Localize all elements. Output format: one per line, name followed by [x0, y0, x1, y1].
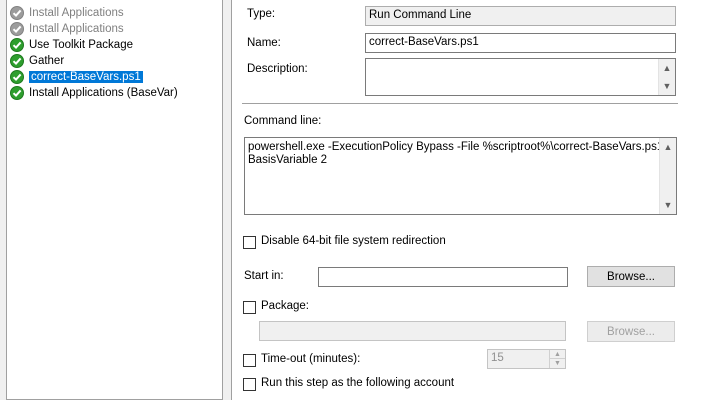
package-input[interactable] — [259, 321, 566, 341]
scroll-up-icon[interactable]: ▲ — [659, 60, 675, 76]
command-line-scrollbar[interactable]: ▲ ▼ — [659, 138, 676, 214]
section-divider — [242, 103, 678, 104]
command-line-textarea[interactable]: powershell.exe -ExecutionPolicy Bypass -… — [244, 137, 677, 215]
success-check-icon — [10, 38, 24, 52]
tree-item-gather[interactable]: Gather — [10, 53, 64, 69]
tree-item-install-applications-1[interactable]: Install Applications — [10, 5, 124, 21]
stepper-down-icon[interactable]: ▼ — [550, 359, 565, 368]
scroll-up-icon[interactable]: ▲ — [660, 139, 676, 155]
disabled-check-icon — [10, 6, 24, 20]
package-checkbox[interactable] — [243, 301, 256, 314]
tree-item-install-applications-2[interactable]: Install Applications — [10, 21, 124, 37]
type-value: Run Command Line — [369, 9, 472, 21]
timeout-value: 15 — [491, 352, 504, 364]
tree-item-label: Install Applications — [29, 7, 124, 19]
task-sequence-tree[interactable]: Install Applications Install Application… — [6, 0, 223, 400]
browse-package-button[interactable]: Browse... — [587, 321, 675, 342]
run-as-label: Run this step as the following account — [261, 377, 455, 389]
type-label: Type: — [247, 8, 276, 20]
tree-item-label: correct-BaseVars.ps1 — [29, 71, 143, 83]
tree-item-use-toolkit-package[interactable]: Use Toolkit Package — [10, 37, 133, 53]
disable-64bit-checkbox[interactable] — [243, 236, 256, 249]
properties-panel: Type: Run Command Line Name: correct-Bas… — [231, 0, 711, 400]
description-label: Description: — [247, 63, 308, 75]
tree-item-correct-basevars[interactable]: correct-BaseVars.ps1 — [10, 69, 143, 85]
browse-start-in-button[interactable]: Browse... — [587, 266, 675, 287]
tree-item-label: Use Toolkit Package — [29, 39, 133, 51]
tree-item-label: Install Applications — [29, 23, 124, 35]
success-check-icon — [10, 54, 24, 68]
timeout-label: Time-out (minutes): — [261, 353, 361, 365]
stepper-up-icon[interactable]: ▲ — [550, 350, 565, 359]
tree-item-label: Install Applications (BaseVar) — [29, 87, 178, 99]
scroll-down-icon[interactable]: ▼ — [660, 197, 676, 213]
start-in-label: Start in: — [244, 270, 284, 282]
type-field: Run Command Line — [365, 6, 676, 26]
success-check-icon — [10, 86, 24, 100]
scroll-down-icon[interactable]: ▼ — [659, 78, 675, 94]
disabled-check-icon — [10, 22, 24, 36]
command-line-label: Command line: — [244, 115, 322, 127]
disable-64bit-label: Disable 64-bit file system redirection — [261, 235, 446, 247]
tree-item-install-applications-basevar[interactable]: Install Applications (BaseVar) — [10, 85, 178, 101]
name-value: correct-BaseVars.ps1 — [369, 36, 479, 48]
description-textarea[interactable]: ▲ ▼ — [365, 58, 676, 96]
name-label: Name: — [247, 37, 281, 49]
tree-item-label: Gather — [29, 55, 65, 67]
success-check-icon — [10, 70, 24, 84]
start-in-input[interactable] — [318, 267, 568, 287]
name-input[interactable]: correct-BaseVars.ps1 — [365, 33, 676, 53]
description-scrollbar[interactable]: ▲ ▼ — [658, 59, 675, 95]
timeout-stepper[interactable]: 15 ▲ ▼ — [487, 349, 566, 369]
command-line-value: powershell.exe -ExecutionPolicy Bypass -… — [248, 141, 664, 166]
package-label: Package: — [261, 300, 309, 312]
run-as-checkbox[interactable] — [243, 378, 256, 391]
timeout-checkbox[interactable] — [243, 354, 256, 367]
